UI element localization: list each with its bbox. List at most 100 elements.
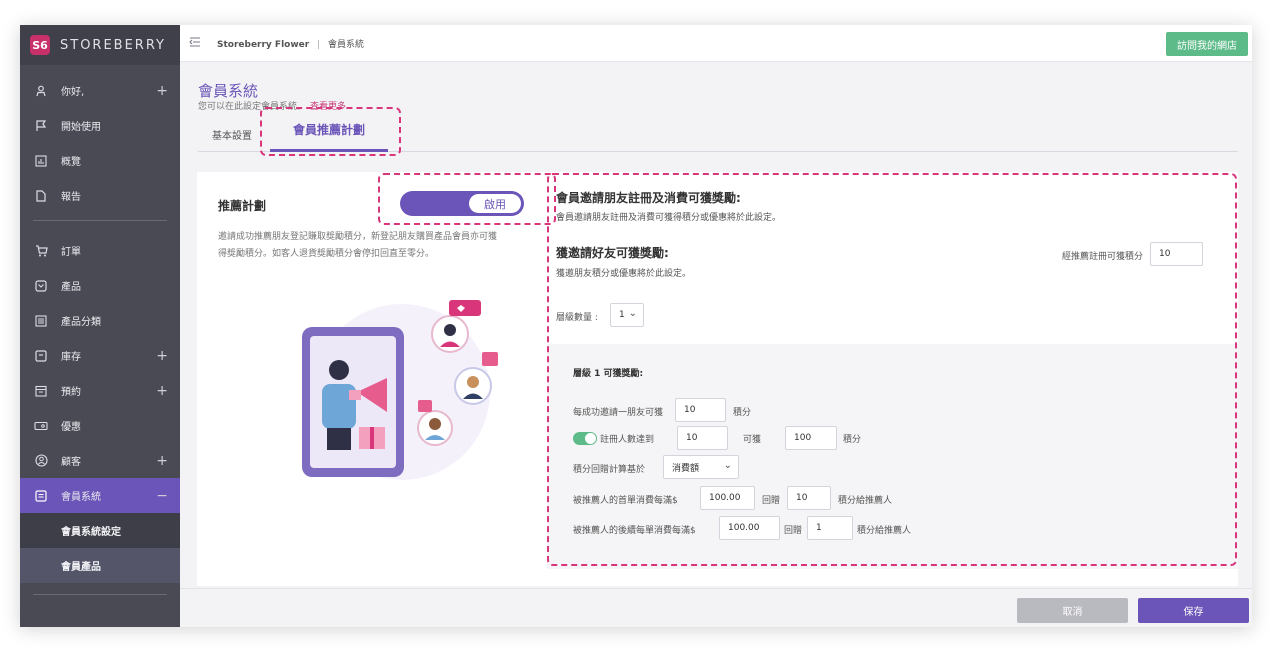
sidebar-item-reports[interactable]: 報告 bbox=[20, 178, 180, 213]
signup-points-input[interactable]: 100 bbox=[785, 426, 837, 450]
expand-icon[interactable]: + bbox=[156, 383, 168, 399]
invite-points-unit: 積分 bbox=[733, 408, 752, 418]
signup-milestone-switch[interactable] bbox=[573, 432, 597, 445]
sidebar-item-overview[interactable]: 概覽 bbox=[20, 143, 180, 178]
toggle-label: 啟用 bbox=[469, 194, 521, 213]
collapse-icon[interactable]: − bbox=[156, 488, 168, 504]
levels-select[interactable]: 1 ⌄ bbox=[610, 303, 644, 327]
sidebar-item-getting-started[interactable]: 開始使用 bbox=[20, 108, 180, 143]
sidebar-item-greeting[interactable]: 你好, + bbox=[20, 73, 180, 108]
invitee-reward-description: 獲邀朋友積分或優惠將於此設定。 bbox=[556, 269, 692, 279]
tag-icon bbox=[33, 278, 49, 294]
calendar-icon bbox=[33, 383, 49, 399]
sidebar-item-label: 預約 bbox=[61, 387, 81, 398]
sidebar-item-categories[interactable]: 產品分類 bbox=[20, 303, 180, 338]
sidebar-item-inventory[interactable]: 庫存 + bbox=[20, 338, 180, 373]
flag-icon bbox=[33, 118, 49, 134]
signup-points-unit: 積分 bbox=[843, 435, 862, 445]
first-order-amount-input[interactable]: 100.00 bbox=[700, 486, 755, 510]
referral-title: 推薦計劃 bbox=[218, 199, 267, 213]
referral-illustration bbox=[277, 292, 507, 482]
chevron-down-icon: ⌄ bbox=[628, 308, 637, 319]
menu-toggle-icon[interactable] bbox=[189, 36, 201, 50]
member-icon bbox=[33, 488, 49, 504]
invitee-reward-title: 獲邀請好友可獲獎勵: bbox=[556, 246, 669, 260]
page-description: 您可以在此設定會員系統。 查看更多 bbox=[198, 99, 346, 112]
breadcrumb-store[interactable]: Storeberry Flower bbox=[217, 40, 309, 50]
register-points-label: 經推薦註冊可獲積分 bbox=[1062, 252, 1144, 262]
sidebar-subitem-member-products[interactable]: 會員產品 bbox=[20, 548, 180, 583]
first-order-label: 被推薦人的首單消費每滿$ bbox=[573, 496, 678, 506]
save-button[interactable]: 保存 bbox=[1138, 598, 1249, 623]
action-footer: 取消 保存 bbox=[180, 588, 1252, 627]
sidebar-item-booking[interactable]: 預約 + bbox=[20, 373, 180, 408]
sidebar-item-label: 優惠 bbox=[61, 422, 81, 433]
expand-icon[interactable]: + bbox=[156, 83, 168, 99]
sidebar-item-label: 開始使用 bbox=[61, 122, 101, 133]
sidebar-item-orders[interactable]: 訂單 bbox=[20, 233, 180, 268]
sidebar-subitem-member-settings[interactable]: 會員系統設定 bbox=[20, 513, 180, 548]
cart-icon bbox=[33, 243, 49, 259]
brand[interactable]: S6 STOREBERRY bbox=[20, 25, 180, 65]
sidebar-item-label: 產品分類 bbox=[61, 317, 101, 328]
sidebar-item-label: 訂單 bbox=[61, 247, 81, 258]
inviter-reward-description: 會員邀請朋友註冊及消費可獲得積分或優惠將於此設定。 bbox=[556, 213, 782, 223]
breadcrumb: Storeberry Flower | 會員系統 bbox=[217, 37, 364, 50]
sidebar-item-customers[interactable]: 顧客 + bbox=[20, 443, 180, 478]
invite-points-input[interactable]: 10 bbox=[675, 398, 726, 422]
signup-reward-label: 可獲 bbox=[743, 435, 762, 445]
sidebar-divider bbox=[33, 594, 167, 595]
repeat-order-unit: 積分給推薦人 bbox=[857, 526, 912, 536]
sidebar-item-label: 顧客 bbox=[61, 457, 81, 468]
sidebar-item-label: 概覽 bbox=[61, 157, 81, 168]
repeat-order-amount-input[interactable]: 100.00 bbox=[719, 516, 780, 540]
visit-store-button[interactable]: 訪問我的網店 bbox=[1166, 32, 1248, 56]
page-title: 會員系統 bbox=[198, 82, 259, 100]
points-basis-select[interactable]: 消費額 ⌄ bbox=[663, 455, 739, 479]
sidebar: S6 STOREBERRY 你好, + 開始使用 概覽 報告 訂單 產品 產品分… bbox=[20, 25, 180, 627]
inviter-reward-title: 會員邀請朋友註冊及消費可獲獎勵: bbox=[556, 191, 741, 205]
chart-icon bbox=[33, 153, 49, 169]
points-basis-label: 積分回贈計算基於 bbox=[573, 465, 646, 475]
user-icon bbox=[33, 83, 49, 99]
breadcrumb-separator: | bbox=[317, 39, 321, 50]
reward-settings-card: 會員邀請朋友註冊及消費可獲獎勵: 會員邀請朋友註冊及消費可獲得積分或優惠將於此設… bbox=[547, 172, 1238, 586]
file-icon bbox=[33, 188, 49, 204]
customer-icon bbox=[33, 453, 49, 469]
top-bar: Storeberry Flower | 會員系統 訪問我的網店 bbox=[180, 25, 1252, 62]
levels-label: 層級數量 : bbox=[556, 313, 598, 323]
brand-name: STOREBERRY bbox=[60, 37, 166, 53]
box-icon bbox=[33, 348, 49, 364]
first-order-unit: 積分給推薦人 bbox=[838, 496, 893, 506]
points-basis-value: 消費額 bbox=[672, 463, 700, 474]
ticket-icon bbox=[33, 418, 49, 434]
sidebar-item-discounts[interactable]: 優惠 bbox=[20, 408, 180, 443]
tier-1-box: 層級 1 可獲獎勵: 每成功邀請一朋友可獲 10 積分 註冊人數達到 10 可獲… bbox=[547, 344, 1238, 569]
signup-count-label: 註冊人數達到 bbox=[600, 435, 655, 445]
sidebar-item-membership[interactable]: 會員系統 − bbox=[20, 478, 180, 513]
first-order-points-input[interactable]: 10 bbox=[787, 486, 831, 510]
sidebar-item-label: 你好, bbox=[61, 87, 85, 98]
expand-icon[interactable]: + bbox=[156, 348, 168, 364]
page-description-text: 您可以在此設定會員系統。 bbox=[198, 102, 307, 112]
referral-card: 推薦計劃 啟用 邀請成功推薦朋友登記賺取獎勵積分，新登記朋友購買產品會員亦可獲得… bbox=[197, 172, 547, 586]
tab-bar: 基本設置 會員推薦計劃 bbox=[198, 120, 1238, 152]
register-points-input[interactable]: 10 bbox=[1150, 242, 1203, 266]
signup-count-input[interactable]: 10 bbox=[677, 426, 728, 450]
learn-more-link[interactable]: 查看更多 bbox=[310, 102, 346, 112]
sidebar-item-label: 報告 bbox=[61, 192, 81, 203]
sidebar-item-label: 會員系統 bbox=[61, 492, 101, 503]
repeat-order-points-input[interactable]: 1 bbox=[807, 516, 853, 540]
sidebar-item-products[interactable]: 產品 bbox=[20, 268, 180, 303]
tab-basic-settings[interactable]: 基本設置 bbox=[212, 127, 252, 142]
sidebar-item-label: 庫存 bbox=[61, 352, 81, 363]
repeat-order-mid-label: 回贈 bbox=[784, 526, 803, 536]
levels-select-value: 1 bbox=[619, 310, 625, 320]
tier-title: 層級 1 可獲獎勵: bbox=[573, 369, 644, 379]
invite-reward-label: 每成功邀請一朋友可獲 bbox=[573, 408, 664, 418]
sidebar-item-label: 產品 bbox=[61, 282, 81, 293]
expand-icon[interactable]: + bbox=[156, 453, 168, 469]
tab-referral-program[interactable]: 會員推薦計劃 bbox=[270, 120, 388, 152]
referral-enable-toggle[interactable]: 啟用 bbox=[400, 191, 524, 216]
cancel-button[interactable]: 取消 bbox=[1017, 598, 1128, 623]
